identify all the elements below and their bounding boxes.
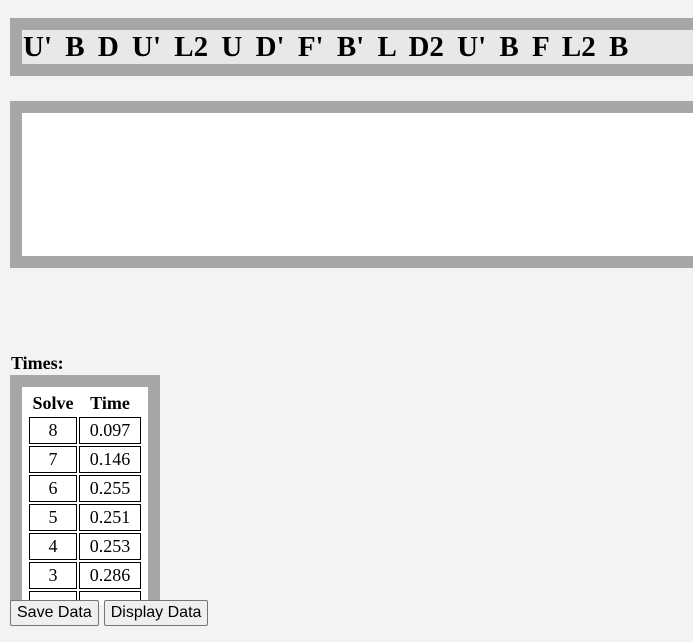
solve-number-cell: 7: [29, 446, 77, 473]
solve-number-cell: 6: [29, 475, 77, 502]
timer-display[interactable]: [22, 113, 693, 256]
solve-number-cell: 3: [29, 562, 77, 589]
times-header-row: Solve Time: [29, 391, 141, 415]
solve-number-cell: 5: [29, 504, 77, 531]
solve-time-cell: 0.251: [79, 504, 141, 531]
solve-column-header: Solve: [32, 392, 74, 413]
solve-number-cell: 4: [29, 533, 77, 560]
scramble-panel: U' B D U' L2 U D' F' B' L D2 U' B F L2 B: [10, 18, 693, 76]
table-row: 8 0.097: [29, 417, 141, 444]
time-column-header: Time: [90, 392, 130, 413]
solve-time-cell: 0.255: [79, 475, 141, 502]
times-panel[interactable]: Solve Time 8 0.097 7 0.146 6 0.255 5 0.2…: [10, 375, 160, 605]
times-heading: Times:: [11, 353, 64, 373]
button-bar: Save Data Display Data: [10, 600, 209, 626]
scramble-display: U' B D U' L2 U D' F' B' L D2 U' B F L2 B: [22, 30, 693, 64]
table-row: 6 0.255: [29, 475, 141, 502]
timer-panel: [10, 101, 693, 268]
solve-time-cell: 0.253: [79, 533, 141, 560]
display-data-button[interactable]: Display Data: [103, 600, 209, 626]
times-table: Solve Time 8 0.097 7 0.146 6 0.255 5 0.2…: [27, 389, 143, 605]
table-row: 5 0.251: [29, 504, 141, 531]
solve-time-cell: 0.286: [79, 562, 141, 589]
solve-time-cell: 0.146: [79, 446, 141, 473]
solve-number-cell: 8: [29, 417, 77, 444]
table-row: 4 0.253: [29, 533, 141, 560]
solve-time-cell: 0.097: [79, 417, 141, 444]
times-table-container: Solve Time 8 0.097 7 0.146 6 0.255 5 0.2…: [22, 387, 148, 605]
scramble-text: U' B D U' L2 U D' F' B' L D2 U' B F L2 B: [23, 31, 629, 63]
table-row: 7 0.146: [29, 446, 141, 473]
table-row: 3 0.286: [29, 562, 141, 589]
save-data-button[interactable]: Save Data: [10, 600, 99, 626]
